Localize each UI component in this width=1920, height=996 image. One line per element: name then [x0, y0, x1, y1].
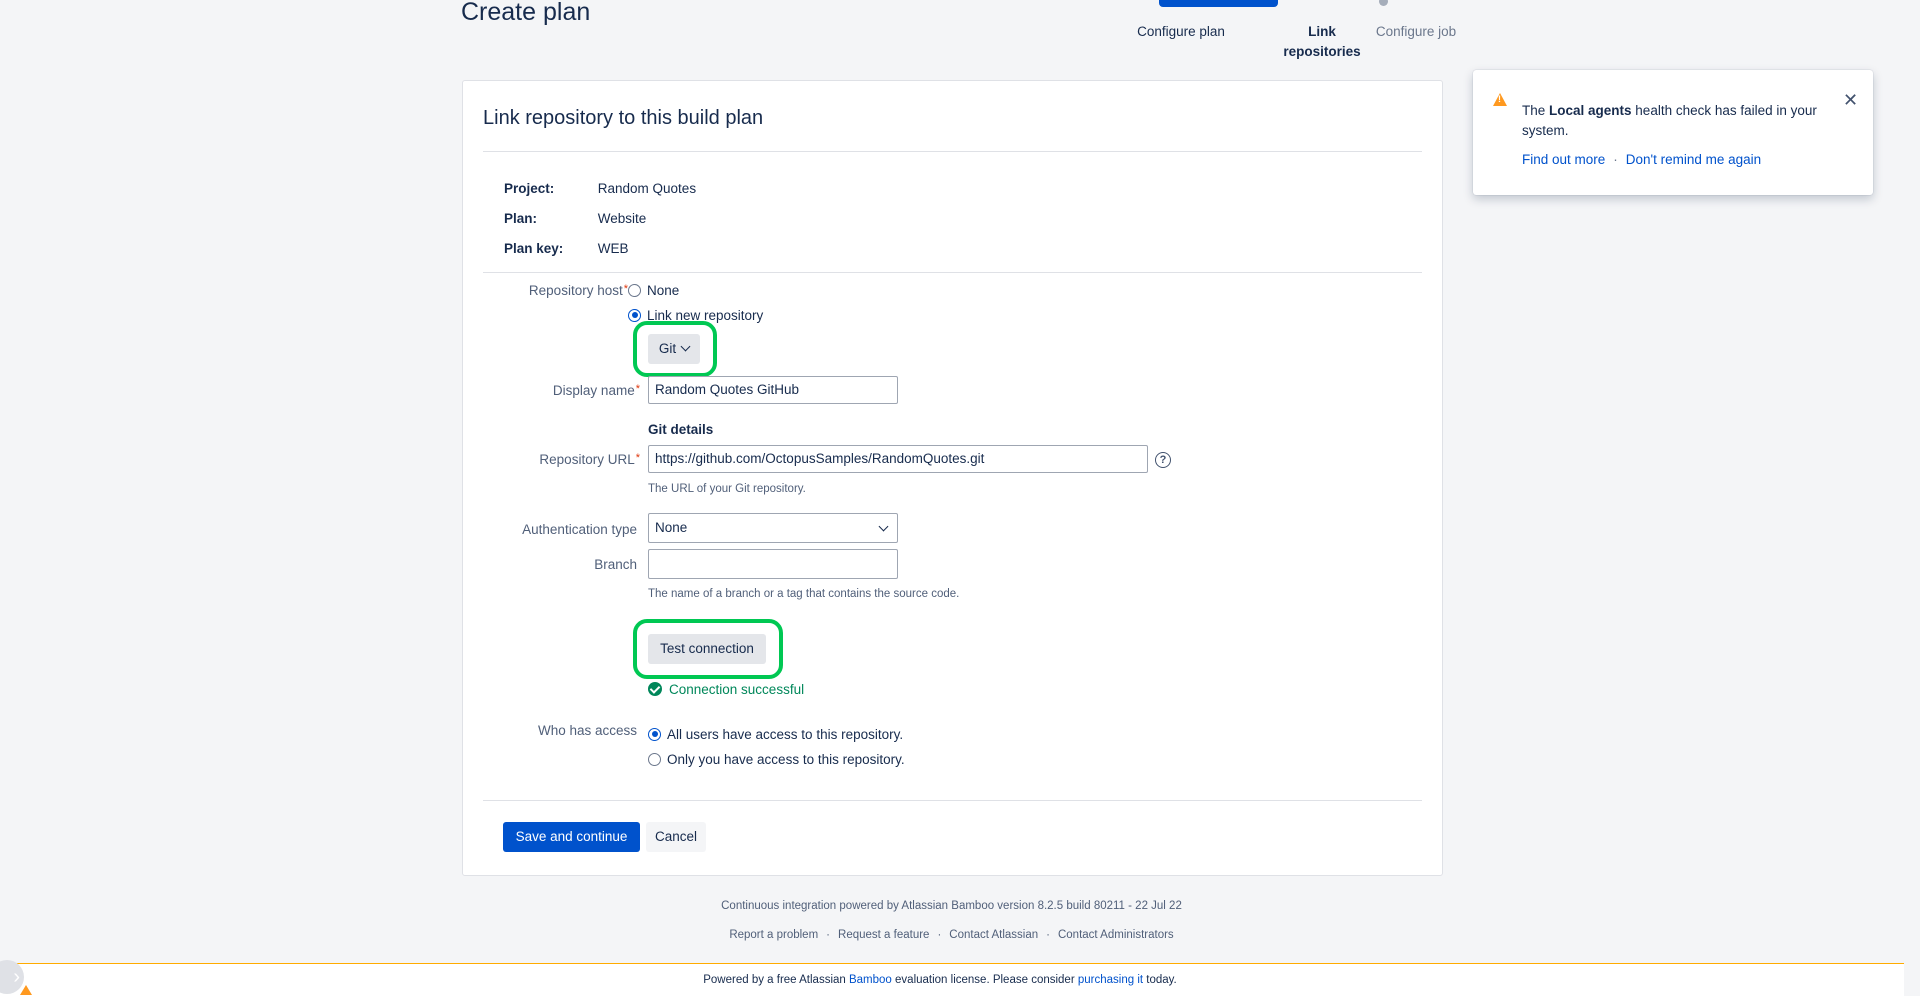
- separator: ·: [1613, 152, 1618, 167]
- divider: [483, 272, 1422, 273]
- repo-host-none-option[interactable]: None: [628, 283, 679, 298]
- radio-icon[interactable]: [628, 283, 641, 297]
- info-row-plan: Plan: Website: [504, 204, 696, 234]
- radio-checked-icon[interactable]: [648, 727, 661, 741]
- dont-remind-link[interactable]: Don't remind me again: [1626, 152, 1761, 167]
- info-value: Website: [597, 211, 647, 226]
- info-value: WEB: [597, 241, 629, 256]
- notification-links: Find out more · Don't remind me again: [1522, 152, 1761, 167]
- info-key: Plan key:: [504, 241, 564, 256]
- display-name-label: Display name*: [483, 383, 640, 398]
- access-only-you-option[interactable]: Only you have access to this repository.: [648, 752, 905, 767]
- radio-checked-icon[interactable]: [628, 308, 641, 322]
- notification-text: The: [1522, 103, 1550, 118]
- repository-url-help: The URL of your Git repository.: [648, 483, 806, 495]
- repository-host-label-text: Repository host: [528, 283, 623, 298]
- notification-message: The Local agents health check has failed…: [1522, 101, 1822, 141]
- repository-host-label: Repository host*: [483, 283, 628, 298]
- license-banner: Powered by a free Atlassian Bamboo evalu…: [0, 963, 1904, 996]
- repository-url-label: Repository URL*: [483, 452, 640, 467]
- authentication-type-value: None: [655, 520, 688, 535]
- find-out-more-link[interactable]: Find out more: [1522, 152, 1605, 167]
- check-circle-icon: [648, 682, 662, 697]
- radio-icon[interactable]: [648, 752, 661, 766]
- chevron-down-icon: [680, 341, 691, 352]
- access-only-you-label: Only you have access to this repository.: [667, 752, 905, 767]
- separator: ·: [937, 929, 942, 941]
- step-configure-job[interactable]: Configure job: [1336, 22, 1496, 42]
- license-text-part: evaluation license. Please consider: [891, 974, 1078, 986]
- wizard-steps: Configure plan Link repositories Configu…: [1100, 0, 1456, 70]
- required-marker: *: [635, 383, 640, 395]
- repo-host-none-label: None: [647, 283, 680, 298]
- display-name-input[interactable]: Random Quotes GitHub: [648, 376, 898, 404]
- notification-text-bold: Local agents: [1549, 103, 1632, 118]
- footer-powered-by: Continuous integration powered by Atlass…: [721, 900, 1182, 912]
- health-check-notification: The Local agents health check has failed…: [1473, 70, 1873, 195]
- test-connection-button[interactable]: Test connection: [648, 634, 766, 664]
- chevron-down-icon: [878, 521, 889, 532]
- link-repository-card: Link repository to this build plan Proje…: [462, 80, 1443, 876]
- license-text-part: today.: [1143, 974, 1177, 986]
- git-details-heading: Git details: [648, 422, 714, 437]
- page-title: Create plan: [461, 0, 591, 26]
- purchasing-link[interactable]: purchasing it: [1078, 974, 1143, 986]
- report-problem-link[interactable]: Report a problem: [729, 929, 818, 941]
- active-step-indicator: [1159, 0, 1278, 7]
- display-name-label-text: Display name: [552, 383, 635, 398]
- branch-label: Branch: [594, 557, 637, 572]
- branch-help: The name of a branch or a tag that conta…: [648, 588, 960, 600]
- access-label: Who has access: [537, 723, 637, 738]
- contact-atlassian-link[interactable]: Contact Atlassian: [949, 929, 1038, 941]
- bamboo-link[interactable]: Bamboo: [849, 974, 892, 986]
- save-and-continue-button[interactable]: Save and continue: [503, 822, 640, 852]
- contact-administrators-link[interactable]: Contact Administrators: [1058, 929, 1174, 941]
- access-all-users-label: All users have access to this repository…: [667, 727, 904, 742]
- required-marker: *: [635, 452, 640, 464]
- repository-type-label: Git: [658, 341, 677, 356]
- plan-info: Project: Random Quotes Plan: Website Pla…: [504, 174, 696, 264]
- authentication-type-select[interactable]: None: [648, 513, 898, 543]
- help-icon[interactable]: ?: [1155, 452, 1171, 468]
- step-dot: [1379, 0, 1388, 6]
- license-text-part: Powered by a free Atlassian: [703, 974, 849, 986]
- access-all-users-option[interactable]: All users have access to this repository…: [648, 727, 903, 742]
- branch-input[interactable]: [648, 549, 898, 579]
- connection-status: Connection successful: [648, 682, 804, 697]
- divider: [483, 800, 1422, 801]
- request-feature-link[interactable]: Request a feature: [838, 929, 929, 941]
- warning-icon: [1493, 93, 1507, 106]
- info-row-project: Project: Random Quotes: [504, 174, 696, 204]
- warning-icon: [20, 985, 32, 995]
- separator: ·: [826, 929, 831, 941]
- divider: [483, 151, 1422, 152]
- repository-url-label-text: Repository URL: [539, 452, 635, 467]
- separator: ·: [1046, 929, 1050, 941]
- card-title: Link repository to this build plan: [483, 107, 764, 129]
- footer-links: Report a problem · Request a feature · Conta…: [462, 929, 1441, 941]
- repository-type-dropdown[interactable]: Git: [648, 334, 700, 364]
- close-icon[interactable]: ✕: [1843, 90, 1858, 111]
- info-row-plan-key: Plan key: WEB: [504, 234, 696, 264]
- info-key: Project:: [504, 181, 555, 196]
- authentication-type-label: Authentication type: [522, 522, 637, 537]
- connection-status-text: Connection successful: [669, 682, 805, 697]
- info-value: Random Quotes: [597, 181, 697, 196]
- cancel-button[interactable]: Cancel: [646, 822, 706, 852]
- step-configure-plan[interactable]: Configure plan: [1116, 22, 1246, 42]
- info-key: Plan:: [504, 211, 538, 226]
- repository-url-input[interactable]: https://github.com/OctopusSamples/Random…: [648, 445, 1148, 473]
- license-text: Powered by a free Atlassian Bamboo evalu…: [0, 974, 1880, 986]
